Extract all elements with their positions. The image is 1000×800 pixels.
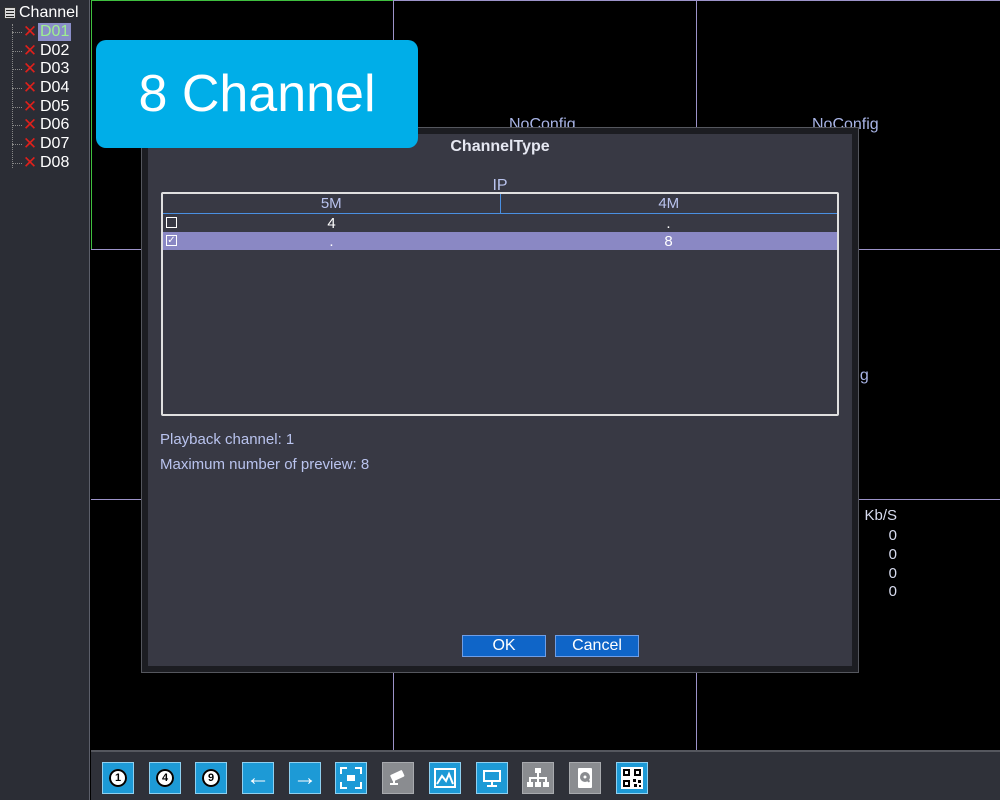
nine-view-button[interactable]: 9	[195, 762, 227, 794]
list-icon	[4, 7, 16, 19]
hard-disk-button[interactable]	[569, 762, 601, 794]
fullscreen-button[interactable]	[335, 762, 367, 794]
channel-label: D08	[40, 154, 70, 171]
four-screen-icon: 4	[156, 769, 174, 787]
channel-label: D04	[40, 79, 70, 96]
qr-code-icon	[621, 767, 643, 789]
max-preview-info: Maximum number of preview: 8	[160, 456, 370, 473]
cell-5m: 4	[327, 214, 336, 232]
disconnected-icon: ✕	[22, 41, 38, 60]
channel-count-badge: 8 Channel	[96, 40, 418, 148]
grid-divider	[394, 0, 1000, 1]
disconnected-icon: ✕	[22, 78, 38, 97]
disconnected-icon: ✕	[22, 59, 38, 78]
network-button[interactable]	[522, 762, 554, 794]
network-icon	[527, 768, 549, 787]
disconnected-icon: ✕	[22, 153, 38, 172]
channel-item-d02[interactable]: ✕ D02	[12, 42, 71, 60]
channel-tree-title-label: Channel	[19, 4, 79, 21]
previous-page-button[interactable]: ←	[242, 762, 274, 794]
channel-tree-title[interactable]: Channel	[4, 4, 79, 22]
channel-label: D03	[40, 60, 70, 77]
quad-view-button[interactable]: 4	[149, 762, 181, 794]
channel-item-d06[interactable]: ✕ D06	[12, 116, 71, 134]
camera-icon	[390, 770, 405, 785]
one-screen-icon: 1	[109, 769, 127, 787]
bitrate-header: Kb/S	[864, 507, 897, 524]
bitrate-value: 0	[888, 527, 897, 544]
ok-button[interactable]: OK	[462, 635, 546, 657]
column-header-4m: 4M	[658, 195, 680, 212]
channel-type-table: 5M 4M 4 . ✓ . 8	[161, 192, 839, 416]
disconnected-icon: ✕	[22, 97, 38, 116]
arrow-left-icon: ←	[246, 764, 270, 791]
qr-code-button[interactable]	[616, 762, 648, 794]
channel-label: D02	[40, 42, 70, 59]
column-header-5m: 5M	[163, 194, 501, 213]
channel-label: D01	[38, 23, 72, 41]
channel-item-d04[interactable]: ✕ D04	[12, 79, 71, 97]
channel-item-d08[interactable]: ✕ D08	[12, 154, 71, 172]
bitrate-value: 0	[888, 583, 897, 600]
channel-label: D05	[40, 98, 70, 115]
channel-tree-panel: Channel ✕ D01 ✕ D02 ✕ D03 ✕ D04 ✕ D05 ✕ D06 ✕ D…	[0, 0, 90, 800]
dialog-body: ChannelType IP 5M 4M 4 . ✓ . 8 Playback …	[148, 134, 852, 666]
ptz-camera-button[interactable]	[382, 762, 414, 794]
bitrate-value: 0	[888, 565, 897, 582]
disconnected-icon: ✕	[22, 134, 38, 153]
single-view-button[interactable]: 1	[102, 762, 134, 794]
image-chart-icon	[434, 768, 456, 788]
table-row-selected[interactable]: ✓ . 8	[163, 232, 837, 250]
bitrate-value: 0	[888, 546, 897, 563]
cell-4m: .	[666, 214, 671, 232]
disconnected-icon: ✕	[22, 22, 38, 41]
next-page-button[interactable]: →	[289, 762, 321, 794]
channel-label: D06	[40, 116, 70, 133]
channel-item-d07[interactable]: ✕ D07	[12, 135, 71, 153]
channel-item-d01[interactable]: ✕ D01	[12, 22, 72, 41]
nine-screen-icon: 9	[202, 769, 220, 787]
bottom-toolbar: 1 4 9 ← →	[91, 750, 1000, 800]
cell-4m: 8	[664, 232, 673, 250]
channel-item-d03[interactable]: ✕ D03	[12, 60, 71, 78]
playback-channel-info: Playback channel: 1	[160, 431, 295, 448]
monitor-button[interactable]	[476, 762, 508, 794]
arrow-right-icon: →	[293, 764, 317, 791]
table-header: 5M 4M	[163, 194, 837, 214]
disconnected-icon: ✕	[22, 115, 38, 134]
image-adjust-button[interactable]	[429, 762, 461, 794]
hard-disk-icon	[578, 768, 592, 788]
channel-item-d05[interactable]: ✕ D05	[12, 98, 71, 116]
cancel-button[interactable]: Cancel	[555, 635, 639, 657]
table-row[interactable]: 4 .	[163, 214, 837, 232]
cell-5m: .	[329, 232, 334, 250]
channel-type-dialog: ChannelType IP 5M 4M 4 . ✓ . 8 Playback …	[141, 127, 859, 673]
fullscreen-icon	[340, 767, 362, 789]
channel-label: D07	[40, 135, 70, 152]
monitor-icon	[483, 770, 501, 787]
